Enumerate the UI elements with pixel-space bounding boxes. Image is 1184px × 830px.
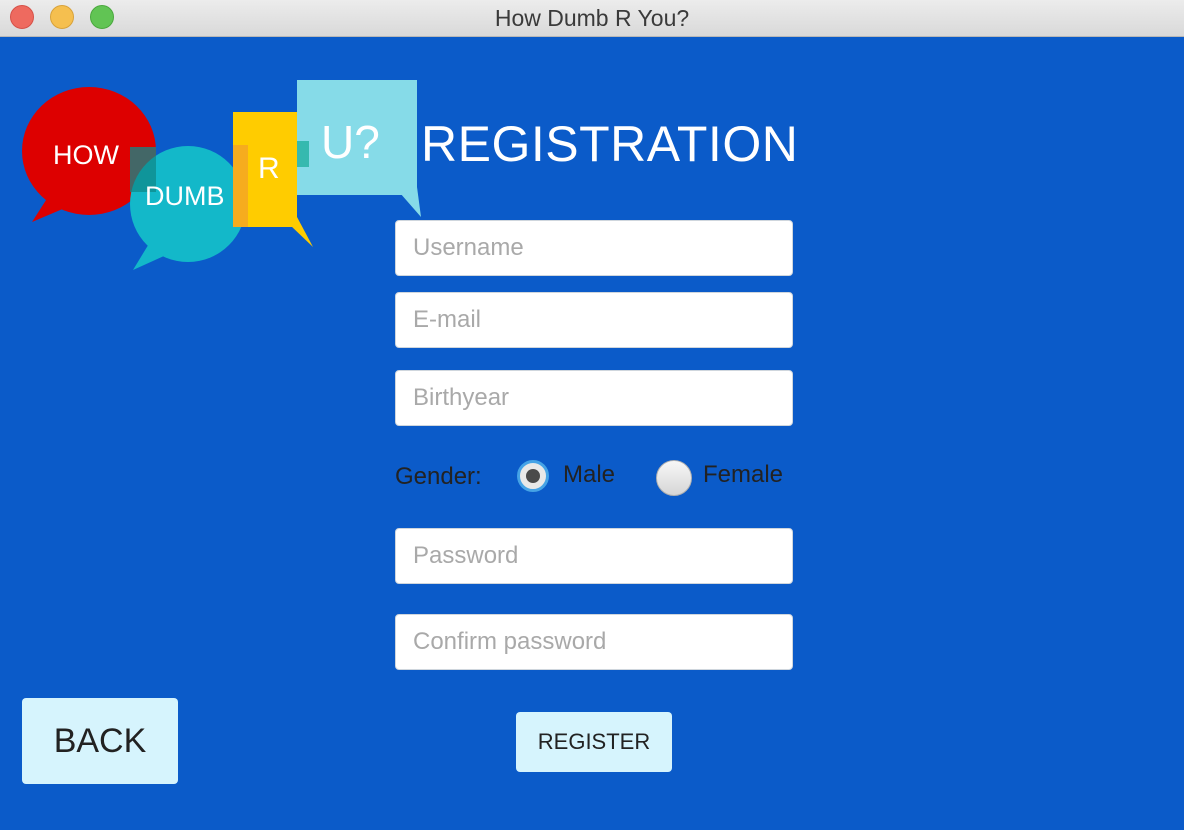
gender-male-label[interactable]: Male: [563, 461, 615, 489]
register-button[interactable]: REGISTER: [516, 712, 672, 772]
radio-selected-dot: [526, 469, 540, 483]
gender-female-label[interactable]: Female: [703, 461, 783, 489]
logo-text-dumb: DUMB: [145, 181, 225, 211]
logo-text-r: R: [258, 152, 280, 185]
gender-selector: Gender: Male Female: [395, 455, 815, 496]
window-titlebar: How Dumb R You?: [0, 0, 1184, 37]
gender-label: Gender:: [395, 463, 482, 490]
logo-text-how: HOW: [53, 140, 120, 170]
email-input[interactable]: [395, 292, 793, 348]
logo-text-u: U?: [321, 116, 380, 168]
gender-female-radio[interactable]: [656, 460, 692, 496]
username-input[interactable]: [395, 220, 793, 276]
app-logo: HOW DUMB R U?: [0, 37, 430, 277]
window-title: How Dumb R You?: [494, 5, 690, 31]
gender-male-radio[interactable]: [517, 460, 549, 492]
registration-screen: HOW DUMB R U? REGISTRATION Gender: Male …: [0, 37, 1184, 830]
confirm-password-input[interactable]: [395, 614, 793, 670]
birthyear-input[interactable]: [395, 370, 793, 426]
page-title: REGISTRATION: [421, 116, 799, 172]
password-input[interactable]: [395, 528, 793, 584]
back-button[interactable]: BACK: [22, 698, 178, 784]
speech-bubbles-logo: HOW DUMB R U?: [22, 80, 421, 270]
